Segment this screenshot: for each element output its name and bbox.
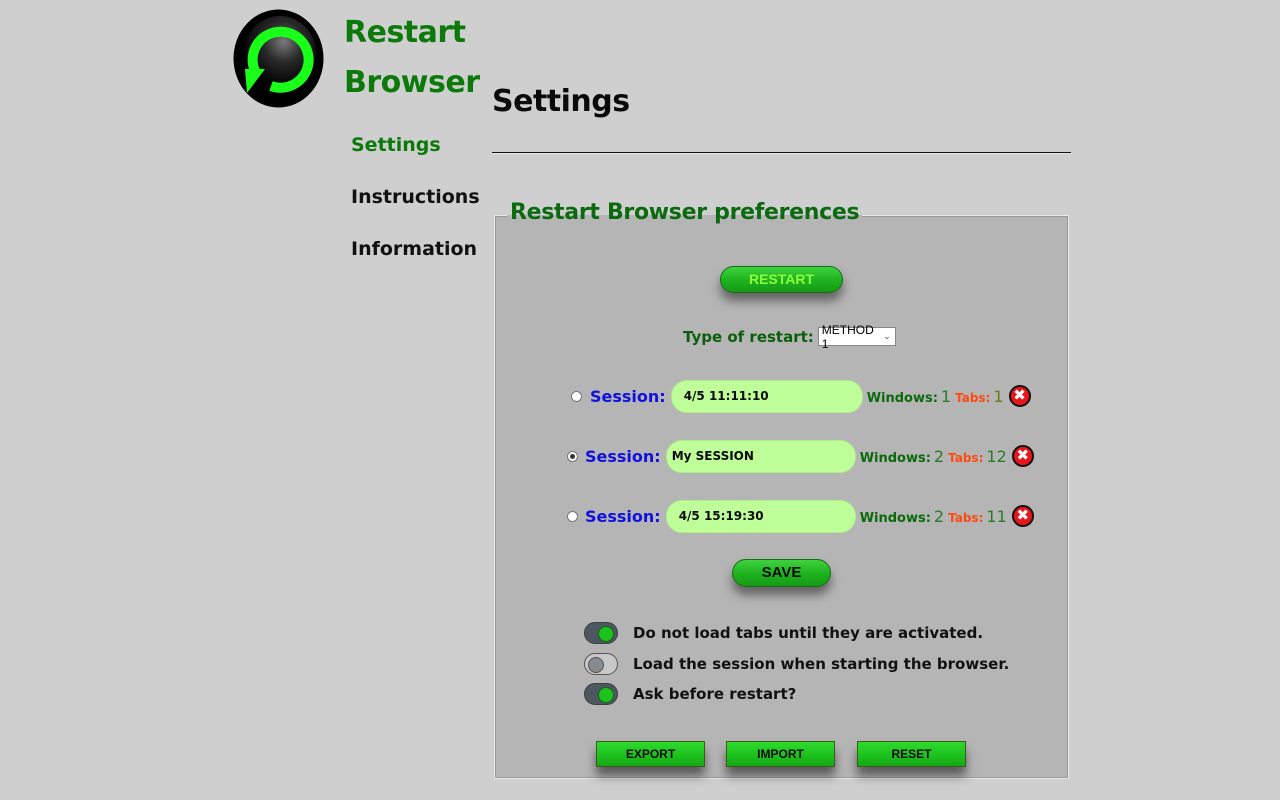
toggle-label: Load the session when starting the brows… <box>633 655 1010 673</box>
session-stats: Windows: 2 Tabs: 11 <box>860 507 1007 526</box>
windows-label: Windows: <box>859 450 931 466</box>
delete-session-icon[interactable]: ✖ <box>1011 505 1034 527</box>
lazy-load-toggle[interactable] <box>584 622 618 644</box>
reset-button[interactable]: RESET <box>857 741 966 767</box>
sidebar-item-information[interactable]: Information <box>351 234 480 286</box>
session-label: Session: <box>585 506 661 526</box>
session-name-input[interactable]: 4/5 15:19:30 <box>665 499 856 533</box>
tabs-count: 12 <box>986 446 1007 466</box>
session-name-input[interactable]: 4/5 11:11:10 <box>670 379 863 413</box>
preferences-legend: Restart Browser preferences <box>507 200 863 225</box>
app-name-line2: Browser <box>344 65 480 100</box>
toggle-label: Ask before restart? <box>633 685 797 703</box>
import-button[interactable]: IMPORT <box>726 741 835 767</box>
tabs-count: 1 <box>993 386 1004 406</box>
save-button[interactable]: SAVE <box>732 559 831 587</box>
restart-button[interactable]: RESTART <box>720 266 843 293</box>
toggle-label: Do not load tabs until they are activate… <box>633 624 984 642</box>
session-name-input[interactable]: My SESSION <box>665 439 856 473</box>
session-label: Session: <box>585 446 661 466</box>
sidebar-item-instructions[interactable]: Instructions <box>351 182 480 234</box>
session-radio[interactable] <box>567 510 578 522</box>
windows-label: Windows: <box>859 510 931 526</box>
toggle-row-load-on-start: Load the session when starting the brows… <box>584 653 1009 675</box>
session-stats: Windows: 1 Tabs: 1 <box>867 387 1004 406</box>
session-radio[interactable] <box>571 390 582 402</box>
session-row: Session: 4/5 15:19:30 Windows: 2 Tabs: 1… <box>567 499 1034 533</box>
session-row: Session: 4/5 11:11:10 Windows: 1 Tabs: 1… <box>571 379 1031 413</box>
toggle-row-lazy-load: Do not load tabs until they are activate… <box>584 622 983 644</box>
session-row: Session: My SESSION Windows: 2 Tabs: 12 … <box>567 439 1034 473</box>
tabs-label: Tabs: <box>948 510 984 525</box>
session-label: Session: <box>590 386 666 406</box>
tabs-count: 11 <box>986 506 1007 526</box>
restart-type-row: Type of restart: METHOD 1 ⌄ <box>683 323 896 351</box>
toggle-row-ask-before-restart: Ask before restart? <box>584 683 796 705</box>
session-radio[interactable] <box>567 450 578 462</box>
app-name-line1: Restart <box>344 15 466 50</box>
restart-type-label: Type of restart: <box>683 327 814 346</box>
app-name: Restart Browser <box>344 8 480 108</box>
session-stats: Windows: 2 Tabs: 12 <box>860 447 1007 466</box>
windows-label: Windows: <box>866 390 938 406</box>
load-on-start-toggle[interactable] <box>584 653 618 675</box>
ask-before-restart-toggle[interactable] <box>584 683 618 705</box>
chevron-down-icon: ⌄ <box>883 331 891 341</box>
delete-session-icon[interactable]: ✖ <box>1011 445 1034 467</box>
delete-session-icon[interactable]: ✖ <box>1008 385 1031 407</box>
sidebar-item-settings[interactable]: Settings <box>351 130 480 182</box>
export-button[interactable]: EXPORT <box>596 741 705 767</box>
page-title: Settings <box>492 84 630 119</box>
sidebar-nav: Settings Instructions Information <box>351 130 480 286</box>
restart-type-value: METHOD 1 <box>821 322 874 351</box>
title-divider <box>492 152 1071 154</box>
windows-count: 2 <box>933 506 945 526</box>
tabs-label: Tabs: <box>955 390 991 405</box>
windows-count: 2 <box>933 446 945 466</box>
restart-type-select[interactable]: METHOD 1 ⌄ <box>817 323 896 351</box>
windows-count: 1 <box>940 386 952 406</box>
app-logo <box>233 9 324 108</box>
restart-circular-arrow-icon <box>233 9 324 108</box>
tabs-label: Tabs: <box>948 450 984 465</box>
